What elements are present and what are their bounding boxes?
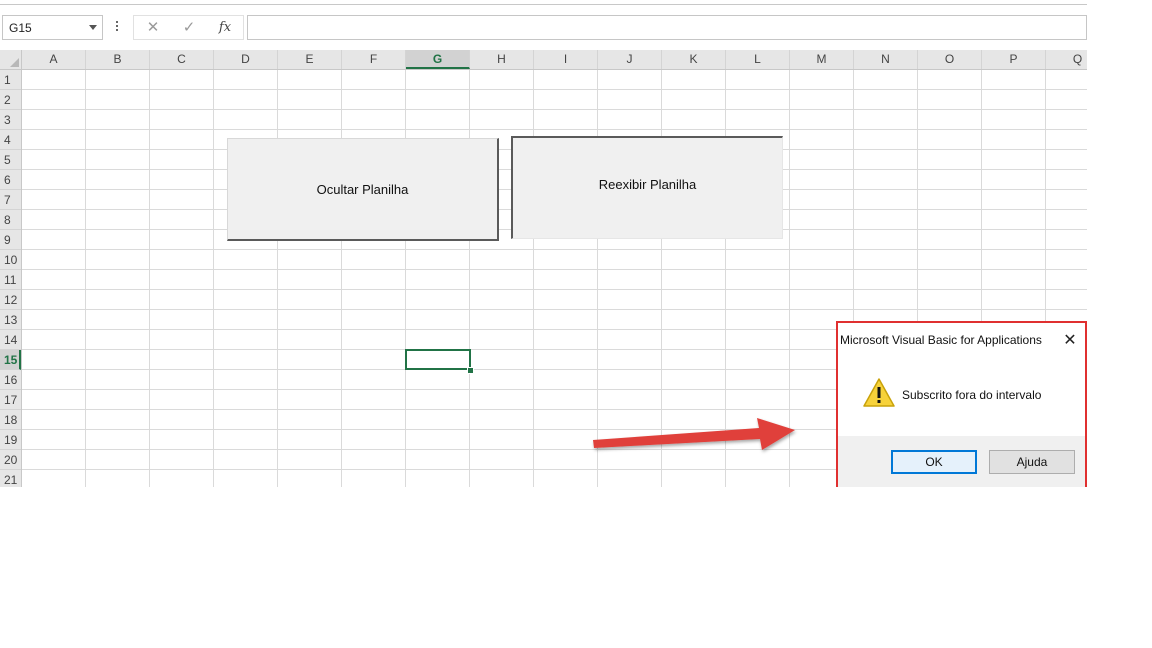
ok-button[interactable]: OK [891,450,977,474]
column-header-g[interactable]: G [406,50,470,69]
column-header-i[interactable]: I [534,50,598,69]
more-options-icon[interactable] [113,18,121,34]
warning-icon [863,378,895,407]
row-header-17[interactable]: 17 [0,390,21,410]
column-header-k[interactable]: K [662,50,726,69]
dialog-message: Subscrito fora do intervalo [902,388,1042,402]
row-header-11[interactable]: 11 [0,270,21,290]
column-header-e[interactable]: E [278,50,342,69]
row-header-8[interactable]: 8 [0,210,21,230]
enter-check-icon[interactable]: ✓ [176,18,202,38]
column-header-d[interactable]: D [214,50,278,69]
column-header-f[interactable]: F [342,50,406,69]
column-header-j[interactable]: J [598,50,662,69]
formula-buttons: ✕ ✓ fx [133,15,244,40]
row-header-6[interactable]: 6 [0,170,21,190]
insert-function-icon[interactable]: fx [212,18,238,38]
chevron-down-icon[interactable] [89,25,97,30]
ocultar-planilha-button[interactable]: Ocultar Planilha [227,138,499,241]
column-headers: ABCDEFGHIJKLMNOPQ [22,50,1087,70]
row-header-15[interactable]: 15 [0,350,21,370]
active-cell-g15[interactable] [405,349,471,370]
row-header-9[interactable]: 9 [0,230,21,250]
name-box[interactable]: G15 [2,15,103,40]
annotation-arrow-icon [593,418,795,450]
fill-handle[interactable] [467,367,474,374]
name-box-value: G15 [9,21,32,35]
row-headers: 1 2 3 4 5 6 7 8 9 10 11 12 13 14 15 16 17 18 19 20 21 [0,70,22,487]
row-header-12[interactable]: 12 [0,290,21,310]
column-header-q[interactable]: Q [1046,50,1087,69]
excel-window: G15 ✕ ✓ fx ABCDEFGHIJKLMNOPQ 1 2 3 4 5 6 7 8 9 10… [0,0,1087,487]
row-header-10[interactable]: 10 [0,250,21,270]
row-header-3[interactable]: 3 [0,110,21,130]
row-header-16[interactable]: 16 [0,370,21,390]
row-header-19[interactable]: 19 [0,430,21,450]
select-all-corner[interactable] [0,50,22,70]
row-header-5[interactable]: 5 [0,150,21,170]
column-header-m[interactable]: M [790,50,854,69]
reexibir-planilha-button[interactable]: Reexibir Planilha [511,136,783,239]
column-header-p[interactable]: P [982,50,1046,69]
close-icon[interactable]: ✕ [1061,332,1079,350]
dialog-footer: OK Ajuda [838,436,1085,487]
column-header-l[interactable]: L [726,50,790,69]
ribbon-edge [0,0,1087,5]
ajuda-button[interactable]: Ajuda [989,450,1075,474]
column-header-n[interactable]: N [854,50,918,69]
row-header-1[interactable]: 1 [0,70,21,90]
formula-bar: G15 ✕ ✓ fx [0,0,1087,50]
row-header-7[interactable]: 7 [0,190,21,210]
column-header-a[interactable]: A [22,50,86,69]
row-header-13[interactable]: 13 [0,310,21,330]
row-header-20[interactable]: 20 [0,450,21,470]
cancel-icon[interactable]: ✕ [140,18,166,38]
row-header-14[interactable]: 14 [0,330,21,350]
dialog-title: Microsoft Visual Basic for Applications [840,333,1042,347]
row-header-18[interactable]: 18 [0,410,21,430]
column-header-h[interactable]: H [470,50,534,69]
column-header-c[interactable]: C [150,50,214,69]
row-header-2[interactable]: 2 [0,90,21,110]
row-header-21[interactable]: 21 [0,470,21,487]
column-header-b[interactable]: B [86,50,150,69]
column-header-o[interactable]: O [918,50,982,69]
row-header-4[interactable]: 4 [0,130,21,150]
vba-error-dialog: Microsoft Visual Basic for Applications … [838,323,1085,487]
formula-input[interactable] [247,15,1087,40]
